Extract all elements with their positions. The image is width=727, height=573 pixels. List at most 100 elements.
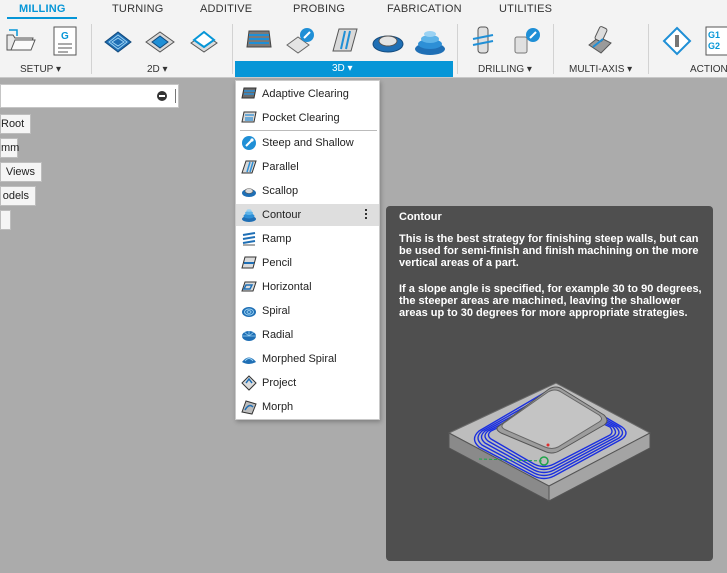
menu-item-ramp[interactable]: Ramp: [236, 228, 379, 250]
drill-button[interactable]: [466, 24, 500, 58]
drill-icon: [472, 26, 494, 54]
simulate-button[interactable]: [660, 24, 694, 58]
multi-axis-button[interactable]: [583, 24, 617, 58]
post-process-button[interactable]: G1 G2: [704, 24, 727, 58]
menu-item-project[interactable]: Project: [236, 372, 379, 394]
hole-recognition-icon: [514, 28, 540, 54]
3d-pocket-wrench-icon: [286, 28, 314, 54]
2d-adaptive-button[interactable]: [101, 24, 135, 58]
menu-item-morphed-spiral[interactable]: Morphed Spiral: [236, 348, 379, 370]
svg-text:G: G: [61, 31, 69, 42]
setup-folder-icon: [6, 29, 36, 51]
3d-pocket-button[interactable]: [284, 24, 318, 58]
2d-contour-button[interactable]: [187, 24, 221, 58]
2d-pocket-icon: [145, 31, 175, 53]
menu-item-pencil[interactable]: Pencil: [236, 252, 379, 274]
project-icon: [241, 375, 257, 391]
setup-group-label[interactable]: SETUP ▾: [20, 64, 61, 75]
menu-item-label: Scallop: [262, 185, 299, 197]
menu-item-label: Horizontal: [262, 281, 312, 293]
steep-shallow-icon: [242, 136, 256, 150]
tooltip-title: Contour: [399, 211, 442, 223]
tab-milling[interactable]: MILLING: [19, 3, 66, 15]
browser-node-root[interactable]: Root: [0, 114, 31, 134]
actions-group-label[interactable]: ACTION: [690, 64, 727, 75]
3d-scallop-icon: [372, 35, 404, 53]
radial-icon: [242, 331, 256, 341]
post-process-icon: G1 G2: [705, 26, 727, 56]
menu-item-contour[interactable]: Contour: [236, 204, 379, 226]
tab-additive[interactable]: ADDITIVE: [200, 3, 252, 15]
menu-item-pocket-clearing[interactable]: Pocket Clearing: [236, 107, 379, 129]
browser-node-views[interactable]: Views: [0, 162, 42, 182]
menu-item-morph[interactable]: Morph: [236, 396, 379, 418]
3d-contour-button[interactable]: [413, 24, 447, 58]
contour-tooltip: Contour This is the best strategy for fi…: [386, 206, 713, 561]
menu-item-label: Ramp: [262, 233, 292, 245]
menu-item-label: Project: [262, 377, 297, 389]
group-divider: [648, 24, 649, 74]
menu-item-steep-and-shallow[interactable]: Steep and Shallow: [236, 132, 379, 154]
browser-node-models[interactable]: odels: [0, 186, 36, 206]
menu-item-adaptive-clearing[interactable]: Adaptive Clearing: [236, 83, 379, 105]
tooltip-description-slope: If a slope angle is specified, for examp…: [399, 283, 702, 319]
3d-scallop-button[interactable]: [371, 24, 405, 58]
menu-item-parallel[interactable]: Parallel: [236, 156, 379, 178]
new-setup-button[interactable]: [4, 24, 38, 58]
group-divider: [457, 24, 458, 74]
morphed-spiral-icon: [242, 357, 256, 364]
tab-turning[interactable]: TURNING: [112, 3, 164, 15]
workspace-tabs: MILLING TURNING ADDITIVE PROBING FABRICA…: [0, 0, 727, 20]
group-divider: [91, 24, 92, 74]
tab-fabrication[interactable]: FABRICATION: [387, 3, 462, 15]
adaptive-clearing-icon: [241, 87, 257, 99]
ramp-icon: [242, 232, 256, 246]
tooltip-description: This is the best strategy for finishing …: [399, 233, 699, 269]
menu-item-spiral[interactable]: Spiral: [236, 300, 379, 322]
menu-item-label: Parallel: [262, 161, 299, 173]
horizontal-icon: [241, 281, 257, 292]
browser-search-input[interactable]: [0, 84, 179, 108]
tab-utilities[interactable]: UTILITIES: [499, 3, 552, 15]
hole-recognition-button[interactable]: [509, 24, 543, 58]
group-divider: [232, 24, 233, 74]
group-divider: [553, 24, 554, 74]
svg-text:G2: G2: [708, 41, 720, 51]
3d-parallel-button[interactable]: [328, 24, 362, 58]
3d-strategy-menu: Adaptive Clearing Pocket Clearing Steep …: [235, 80, 380, 420]
browser-node-units[interactable]: mm: [0, 138, 19, 158]
2d-pocket-button[interactable]: [143, 24, 177, 58]
3d-contour-icon: [415, 31, 445, 55]
menu-divider: [240, 130, 377, 131]
menu-item-radial[interactable]: Radial: [236, 324, 379, 346]
menu-item-label: Pencil: [262, 257, 292, 269]
parallel-icon: [241, 160, 257, 174]
active-tab-indicator: [7, 17, 77, 19]
browser-node-setups[interactable]: [0, 210, 11, 230]
svg-text:G1: G1: [708, 30, 720, 40]
3d-group-label[interactable]: 3D ▾: [332, 63, 353, 74]
contour-toolpath-illustration: [447, 382, 652, 502]
menu-item-label: Radial: [262, 329, 294, 341]
3d-parallel-icon: [332, 28, 358, 52]
tab-probing[interactable]: PROBING: [293, 3, 345, 15]
scallop-icon: [242, 188, 256, 197]
menu-item-label: Steep and Shallow: [262, 137, 354, 149]
2d-group-label[interactable]: 2D ▾: [147, 64, 168, 75]
more-options-icon[interactable]: [365, 209, 367, 221]
clear-search-icon[interactable]: [157, 91, 167, 101]
menu-item-label: Pocket Clearing: [262, 112, 340, 124]
3d-adaptive-icon: [246, 30, 272, 48]
multi-axis-icon: [588, 26, 612, 54]
menu-item-scallop[interactable]: Scallop: [236, 180, 379, 202]
menu-item-label: Adaptive Clearing: [262, 88, 349, 100]
nc-program-button[interactable]: G: [48, 24, 82, 58]
2d-contour-icon: [190, 30, 218, 53]
3d-adaptive-button[interactable]: [242, 24, 276, 58]
search-divider: [175, 89, 176, 103]
multi-axis-group-label[interactable]: MULTI-AXIS ▾: [569, 64, 632, 75]
pencil-icon: [241, 256, 257, 269]
gcode-document-icon: G: [53, 26, 77, 56]
menu-item-horizontal[interactable]: Horizontal: [236, 276, 379, 298]
drilling-group-label[interactable]: DRILLING ▾: [478, 64, 532, 75]
